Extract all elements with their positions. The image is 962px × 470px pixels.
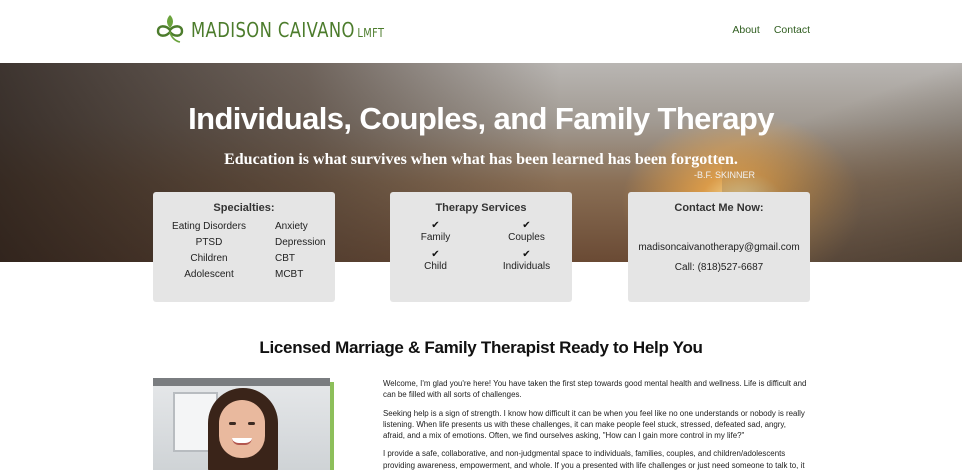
leaf-infinity-icon (156, 15, 184, 43)
hero-quote: Education is what survives when what has… (224, 151, 738, 168)
services-list: ✔ Family ✔ Couples ✔ Child ✔ Individuals (390, 221, 572, 273)
logo-suffix: LMFT (357, 26, 385, 40)
photo-accent-bar (330, 382, 334, 470)
services-card: Therapy Services ✔ Family ✔ Couples ✔ Ch… (390, 192, 572, 302)
site-header: MADISON CAIVANO LMFT About Contact (0, 0, 962, 63)
checkmark-icon: ✔ (522, 249, 531, 260)
nav-about-link[interactable]: About (732, 24, 759, 36)
logo-text: MADISON CAIVANO LMFT (191, 18, 385, 42)
hero-quote-author: -B.F. SKINNER (694, 170, 756, 180)
service-item: ✔ Family (390, 221, 481, 244)
contact-email-link[interactable]: madisoncaivanotherapy@gmail.com (628, 242, 810, 253)
nav-contact-link[interactable]: Contact (774, 24, 810, 36)
specialties-title: Specialties: (213, 202, 275, 214)
intro-text: Welcome, I'm glad you're here! You have … (383, 378, 808, 470)
service-label: Individuals (502, 261, 551, 272)
intro-paragraph: I provide a safe, collaborative, and non… (383, 449, 805, 470)
photo-eye (248, 422, 255, 425)
section-title: Licensed Marriage & Family Therapist Rea… (259, 338, 703, 357)
photo-eye (229, 422, 236, 425)
intro-paragraph: Seeking help is a sign of strength. I kn… (383, 408, 805, 441)
contact-title: Contact Me Now: (674, 202, 764, 214)
specialty-item: Depression (275, 237, 326, 248)
specialty-item: Children (190, 253, 228, 264)
service-label: Child (424, 261, 447, 272)
checkmark-icon: ✔ (431, 249, 440, 260)
photo-top-strip (153, 378, 330, 386)
checkmark-icon: ✔ (431, 220, 440, 231)
contact-phone-link[interactable]: Call: (818)527-6687 (628, 262, 810, 273)
specialty-item: PTSD (195, 237, 223, 248)
specialty-item: Adolescent (184, 269, 234, 280)
service-label: Couples (508, 232, 545, 243)
specialty-item: Eating Disorders (172, 221, 246, 232)
specialty-item: CBT (275, 253, 295, 264)
service-item: ✔ Child (390, 250, 481, 273)
service-label: Family (420, 232, 451, 243)
contact-card: Contact Me Now: madisoncaivanotherapy@gm… (628, 192, 810, 302)
specialty-item: MCBT (275, 269, 304, 280)
hero-title: Individuals, Couples, and Family Therapy (188, 101, 774, 136)
service-item: ✔ Couples (481, 221, 572, 244)
therapist-photo-frame (153, 378, 334, 470)
specialties-list: Eating Disorders Anxiety PTSD Depression… (153, 221, 335, 281)
main-nav: About Contact (732, 24, 810, 36)
service-item: ✔ Individuals (481, 250, 572, 273)
checkmark-icon: ✔ (522, 220, 531, 231)
therapist-photo (153, 378, 330, 470)
logo[interactable]: MADISON CAIVANO LMFT (153, 13, 427, 47)
photo-face (219, 400, 265, 458)
specialties-card: Specialties: Eating Disorders Anxiety PT… (153, 192, 335, 302)
intro-paragraph: Welcome, I'm glad you're here! You have … (383, 379, 807, 400)
services-title: Therapy Services (435, 202, 527, 214)
specialty-item: Anxiety (275, 221, 308, 232)
